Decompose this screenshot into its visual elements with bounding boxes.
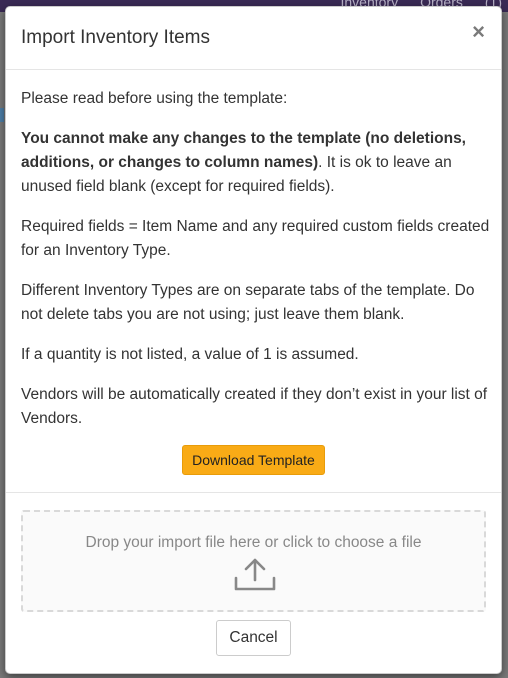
dialog-header: Import Inventory Items × xyxy=(6,7,501,70)
vendors-note-text: Vendors will be automatically created if… xyxy=(21,386,488,427)
download-template-button[interactable]: Download Template xyxy=(182,445,325,475)
required-fields-text: Required fields = Item Name and any requ… xyxy=(21,218,490,259)
background-edge-left xyxy=(0,108,4,122)
dropzone-text: Drop your import file here or click to c… xyxy=(85,534,422,551)
upload-icon xyxy=(234,558,276,591)
quantity-note-text: If a quantity is not listed, a value of … xyxy=(21,346,359,363)
close-button[interactable]: × xyxy=(472,21,485,43)
file-dropzone[interactable]: Drop your import file here or click to c… xyxy=(21,510,486,612)
inventory-types-text: Different Inventory Types are on separat… xyxy=(21,282,475,323)
cancel-button[interactable]: Cancel xyxy=(216,620,291,656)
body-divider xyxy=(6,492,501,493)
download-row: Download Template xyxy=(6,445,501,475)
warning-paragraph: You cannot make any changes to the templ… xyxy=(21,127,491,199)
import-dialog: Import Inventory Items × Please read bef… xyxy=(5,6,502,674)
dialog-title: Import Inventory Items xyxy=(21,27,211,48)
dialog-body: Please read before using the template: Y… xyxy=(21,87,491,447)
intro-text: Please read before using the template: xyxy=(21,90,288,107)
footer-row: Cancel xyxy=(6,620,501,656)
